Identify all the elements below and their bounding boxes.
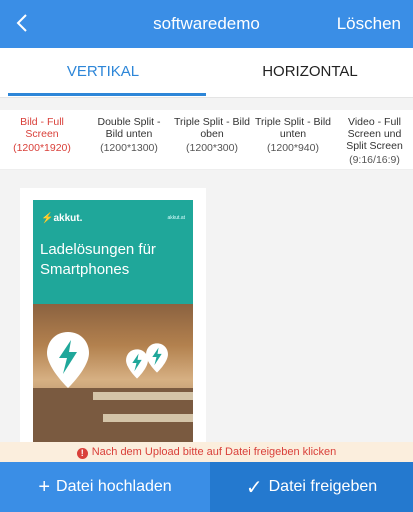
format-triple-split-bild-oben[interactable]: Triple Split - Bild oben (1200*300) [170,116,254,154]
share-file-button[interactable]: ✓ Datei freigeben [210,462,413,512]
upload-file-button[interactable]: + Datei hochladen [0,462,210,512]
format-name: Triple Split - Bild oben [173,116,251,140]
format-size: (1200*940) [267,142,319,154]
separator [0,98,413,110]
delete-button[interactable]: Löschen [337,14,401,34]
tab-vertical[interactable]: VERTIKAL [0,48,206,96]
active-tab-indicator [8,93,206,96]
charging-pin-icon [47,332,89,388]
format-name: Bild - Full Screen [20,116,64,140]
format-size: (1200*300) [186,142,238,154]
orientation-tabs: VERTIKAL HORIZONTAL [0,48,413,98]
format-double-split-bild-unten[interactable]: Double Split - Bild unten (1200*1300) [88,116,170,154]
poster-logo-text: akkut. [53,213,83,224]
format-size: (1200*1300) [100,142,158,154]
format-triple-split-bild-unten[interactable]: Triple Split - Bild unten (1200*940) [252,116,334,154]
poster-logo: ⚡akkut. [41,213,82,224]
upload-notice: ! Nach dem Upload bitte auf Datei freigeb… [0,442,413,462]
lightning-icon: ⚡ [41,213,54,224]
top-bar: softwaredemo Löschen [0,0,413,48]
format-selector: Bild - Full Screen (1200*1920) Double Sp… [0,110,413,174]
uploaded-image-card[interactable]: ⚡akkut. akkut.at Ladelösungen für Smartp… [20,188,206,442]
content-area: ⚡akkut. akkut.at Ladelösungen für Smartp… [0,170,413,442]
tab-vertical-label: VERTIKAL [66,63,140,80]
upload-label: Datei hochladen [56,478,172,495]
format-name: Double Split - Bild unten [97,116,161,140]
poster-image: ⚡akkut. akkut.at Ladelösungen für Smartp… [33,200,193,442]
tab-horizontal[interactable]: HORIZONTAL [207,48,413,96]
notice-text: Nach dem Upload bitte auf Datei freigebe… [91,446,337,458]
format-size: (9:16/16:9) [349,154,400,166]
charging-pin-icon [146,343,168,373]
share-label: Datei freigeben [268,478,378,495]
check-icon: ✓ [245,476,263,499]
poster-table [93,392,193,400]
plus-icon: + [38,475,51,498]
tab-horizontal-label: HORIZONTAL [262,63,358,80]
format-name: Triple Split - Bild unten [254,116,332,140]
alert-icon: ! [76,448,88,459]
format-name: Video - Full Screen und Split Screen [346,116,403,152]
bottom-actions: + Datei hochladen ✓ Datei freigeben [0,462,413,512]
poster-headline: Ladelösungen für Smartphones [40,241,156,278]
poster-table [103,414,193,422]
format-bild-full-screen[interactable]: Bild - Full Screen (1200*1920) [6,116,78,174]
format-size: (1200*1920) [13,142,71,154]
format-video-full-screen[interactable]: Video - Full Screen und Split Screen (9:… [336,116,413,166]
poster-url: akkut.at [167,215,185,221]
